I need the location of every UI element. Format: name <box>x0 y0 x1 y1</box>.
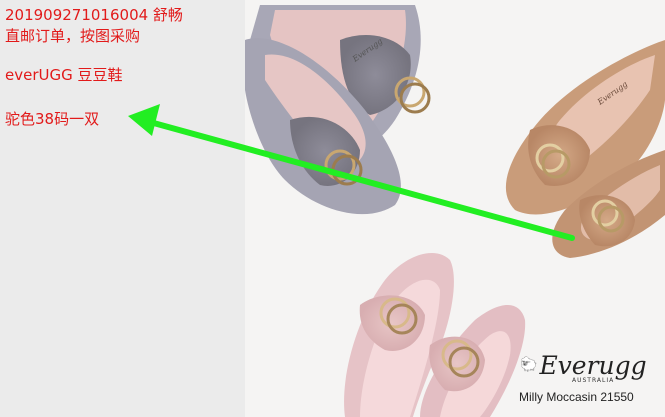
sheep-logo-icon: 🐑 <box>520 357 538 373</box>
purchase-instruction-line: 直邮订单，按图采购 <box>5 27 141 45</box>
order-number-line: 201909271016004 舒畅 <box>5 6 183 24</box>
brand-logo-text: Everugg <box>539 351 647 380</box>
product-photo: Everugg Everugg 🐑Everugg AUSTRALIA Milly… <box>245 0 665 417</box>
brand-subtitle: AUSTRALIA <box>572 377 615 384</box>
brand-style-line: everUGG 豆豆鞋 <box>5 66 123 84</box>
color-size-line: 驼色38码一双 <box>5 110 100 128</box>
product-caption: Milly Moccasin 21550 <box>519 390 634 404</box>
order-notes-panel: 201909271016004 舒畅 直邮订单，按图采购 everUGG 豆豆鞋… <box>0 0 245 417</box>
